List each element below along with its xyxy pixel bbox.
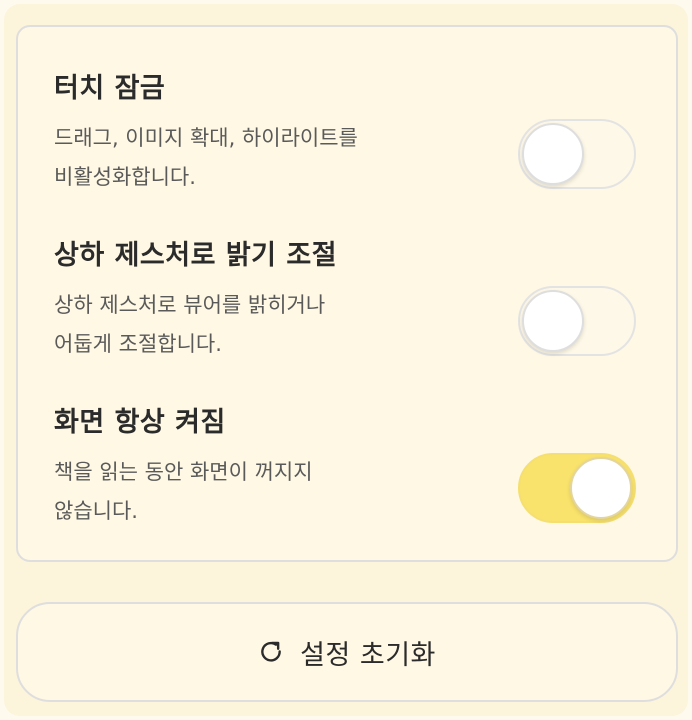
setting-description: 드래그, 이미지 확대, 하이라이트를 비활성화합니다. (54, 126, 358, 189)
setting-touch-lock: 터치 잠금 드래그, 이미지 확대, 하이라이트를 비활성화합니다. (18, 71, 676, 231)
reset-settings-label: 설정 초기화 (300, 639, 436, 671)
setting-title: 터치 잠금 (54, 73, 166, 104)
settings-panel: 터치 잠금 드래그, 이미지 확대, 하이라이트를 비활성화합니다. 상하 제스… (16, 25, 678, 562)
toggle-knob (570, 457, 632, 519)
brightness-gesture-toggle[interactable] (518, 286, 636, 356)
setting-screen-always-on: 화면 항상 켜짐 책을 읽는 동안 화면이 꺼지지 않습니다. (18, 405, 676, 565)
setting-description: 책을 읽는 동안 화면이 꺼지지 않습니다. (54, 460, 313, 523)
toggle-knob (522, 123, 584, 185)
setting-brightness-gesture: 상하 제스처로 밝기 조절 상하 제스처로 뷰어를 밝히거나 어둡게 조절합니다… (18, 238, 676, 398)
touch-lock-toggle[interactable] (518, 119, 636, 189)
setting-description: 상하 제스처로 뷰어를 밝히거나 어둡게 조절합니다. (54, 293, 326, 356)
reset-settings-button[interactable]: 설정 초기화 (16, 602, 678, 702)
setting-title: 화면 항상 켜짐 (54, 407, 226, 438)
toggle-knob (522, 290, 584, 352)
refresh-icon (258, 639, 284, 665)
setting-title: 상하 제스처로 밝기 조절 (54, 240, 338, 271)
screen-always-on-toggle[interactable] (518, 453, 636, 523)
